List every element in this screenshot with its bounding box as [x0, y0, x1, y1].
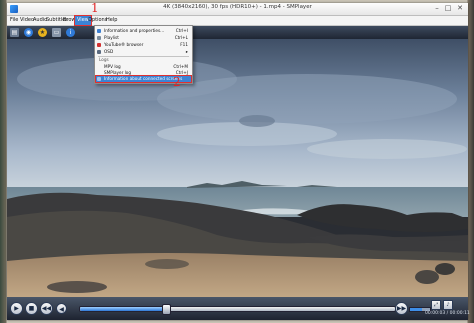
forward-button[interactable]: ▶▶ [395, 302, 408, 315]
screenshot-icon[interactable]: ▭ [52, 28, 61, 37]
playlist-icon [97, 36, 101, 40]
menu-item-youtube-browser[interactable]: YouTube® browser F11 [96, 42, 191, 48]
toolbar: ▤ ◉ ★ ▭ i [7, 26, 468, 39]
annotation-number-1: 1 [91, 1, 99, 15]
youtube-icon [97, 43, 101, 47]
speaker-icon[interactable]: ♪ [443, 300, 453, 310]
menu-help[interactable]: Help [104, 16, 119, 25]
maximize-button[interactable]: □ [443, 4, 453, 13]
minimize-button[interactable]: – [432, 4, 442, 13]
close-button[interactable]: ✕ [455, 4, 465, 13]
fullscreen-icon[interactable]: ⤢ [431, 300, 441, 310]
title-bar: 4K (3840x2160), 30 fps (HDR10+) - 1.mp4 … [7, 3, 468, 16]
annotation-number-2: 2 [173, 75, 181, 89]
open-file-icon[interactable]: ▤ [10, 28, 19, 37]
info-icon [97, 29, 101, 33]
menu-item-playlist[interactable]: Playlist Ctrl+L [96, 35, 191, 41]
favorites-icon[interactable]: ★ [38, 28, 47, 37]
stop-button[interactable]: ■ [25, 302, 38, 315]
time-display: 00:00:03 / 00:00:11 [425, 311, 470, 316]
window-title: 4K (3840x2160), 30 fps (HDR10+) - 1.mp4 … [163, 4, 312, 10]
volume-level [410, 308, 422, 311]
open-url-icon[interactable]: ◉ [24, 28, 33, 37]
play-button[interactable]: ▶ [10, 302, 23, 315]
control-bar: ▶ ■ ◀◀ ◀ ▶▶ ⤢ ♪ 00:00:03 / 00:00:11 [7, 297, 470, 320]
seek-progress [80, 307, 166, 311]
menu-item-osd[interactable]: OSD ▸ [96, 49, 191, 55]
menu-item-information[interactable]: Information and properties... Ctrl+I [96, 28, 191, 34]
info-icon[interactable]: i [66, 28, 75, 37]
rewind-button[interactable]: ◀◀ [40, 302, 53, 315]
osd-icon [97, 50, 101, 54]
smplayer-window: 4K (3840x2160), 30 fps (HDR10+) - 1.mp4 … [7, 3, 470, 320]
menu-section-logs: Logs [99, 57, 109, 62]
video-area[interactable] [7, 39, 468, 297]
seek-handle[interactable] [162, 304, 172, 315]
seek-bar[interactable] [79, 304, 396, 315]
submenu-arrow-icon: ▸ [185, 49, 188, 54]
menu-bar: File Video Audio Subtitles Browse View O… [7, 15, 468, 26]
screen-icon [97, 77, 101, 81]
video-frame-image [7, 39, 468, 297]
rewind-small-button[interactable]: ◀ [56, 303, 67, 314]
